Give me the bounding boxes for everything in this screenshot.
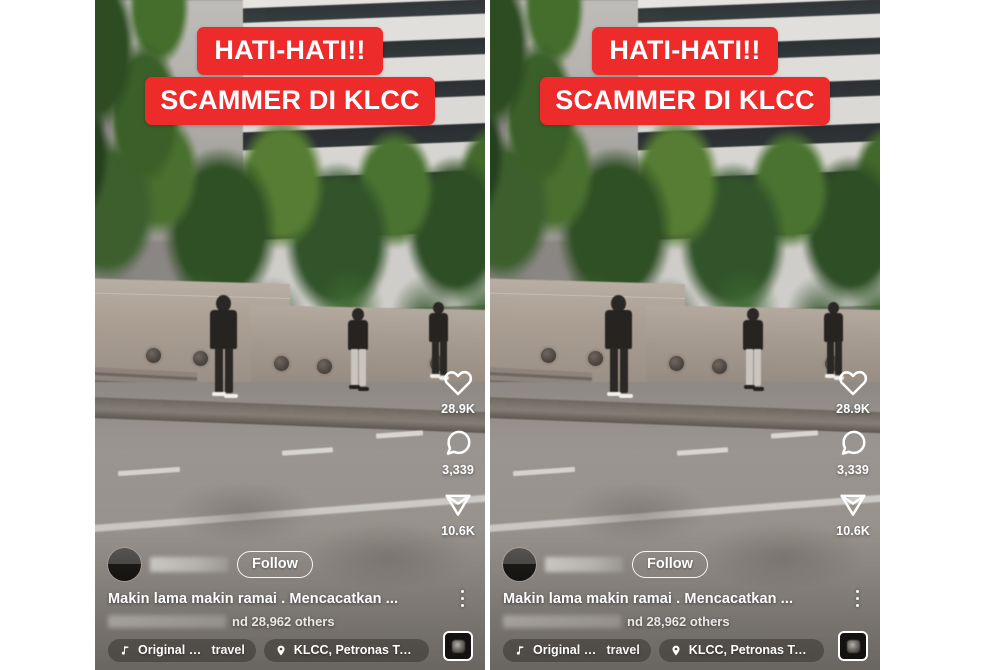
meta-chips: Original audio travel KLCC, Petronas Tow… (95, 639, 485, 662)
right-white-margin (880, 0, 1000, 670)
comment-count: 3,339 (837, 463, 869, 477)
comment-action[interactable]: 3,339 (442, 428, 474, 489)
liker-names-blurred (108, 614, 226, 628)
action-rail: 28.9K 3,339 10.6K (836, 367, 870, 538)
tree-foliage-left (490, 0, 615, 255)
likes-row: nd 28,962 others (95, 613, 485, 629)
comment-icon[interactable] (838, 428, 868, 458)
person-figure (345, 308, 373, 396)
heart-icon[interactable] (838, 367, 868, 397)
location-chip-label: KLCC, Petronas Tower... (293, 643, 418, 657)
like-count: 28.9K (836, 402, 870, 416)
video-thumbnail-image (451, 639, 465, 653)
audio-chip-label: Original audio (138, 643, 204, 657)
music-note-icon (514, 644, 526, 657)
audio-chip[interactable]: Original audio travel (108, 639, 256, 662)
location-chip[interactable]: KLCC, Petronas Tower... (263, 639, 429, 662)
person-figure (599, 294, 639, 405)
follow-button[interactable]: Follow (237, 550, 313, 579)
video-thumbnail-image (846, 639, 860, 653)
share-action[interactable]: 10.6K (441, 489, 475, 538)
share-count: 10.6K (441, 524, 475, 538)
wet-ground-patch (568, 482, 709, 543)
screenshot-root: HATI-HATI!! SCAMMER DI KLCC 28.9K 3,339 … (0, 0, 1000, 670)
share-paper-plane-icon[interactable] (443, 489, 473, 519)
meta-chips: Original audio travel KLCC, Petronas Tow… (490, 639, 880, 662)
kebab-menu-icon[interactable] (460, 589, 464, 607)
audio-chip-sub: travel (606, 643, 640, 657)
like-action[interactable]: 28.9K (836, 367, 870, 428)
liker-names-blurred (503, 614, 621, 628)
video-panel-right[interactable]: HATI-HATI!! SCAMMER DI KLCC 28.9K 3,339 (490, 0, 880, 670)
audio-chip-label: Original audio (533, 643, 599, 657)
wet-ground-patch (173, 482, 314, 543)
kebab-menu-icon[interactable] (855, 589, 859, 607)
comment-count: 3,339 (442, 463, 474, 477)
music-note-icon (119, 644, 131, 657)
share-action[interactable]: 10.6K (836, 489, 870, 538)
location-chip[interactable]: KLCC, Petronas Tower... (658, 639, 824, 662)
likes-others-text[interactable]: nd 28,962 others (627, 614, 730, 629)
video-panel-left[interactable]: HATI-HATI!! SCAMMER DI KLCC 28.9K 3,339 … (95, 0, 485, 670)
bottom-overlay: Follow Makin lama makin ramai . Mencacat… (95, 548, 485, 670)
likes-row: nd 28,962 others (490, 613, 880, 629)
location-pin-icon (670, 644, 682, 657)
share-paper-plane-icon[interactable] (838, 489, 868, 519)
heart-icon[interactable] (443, 367, 473, 397)
audio-chip[interactable]: Original audio travel (503, 639, 651, 662)
username-blurred[interactable] (545, 557, 623, 572)
person-figure (204, 294, 244, 405)
wall-medallion (145, 348, 161, 364)
location-pin-icon (275, 644, 287, 657)
likes-others-text[interactable]: nd 28,962 others (232, 614, 335, 629)
post-caption[interactable]: Makin lama makin ramai . Mencacatkan ... (490, 591, 880, 607)
video-thumbnail-button[interactable] (838, 631, 868, 661)
action-rail: 28.9K 3,339 10.6K (441, 367, 475, 538)
author-row: Follow (95, 548, 485, 581)
audio-chip-sub: travel (211, 643, 245, 657)
share-count: 10.6K (836, 524, 870, 538)
person-figure (740, 308, 768, 396)
follow-button[interactable]: Follow (632, 550, 708, 579)
like-count: 28.9K (441, 402, 475, 416)
wall-medallion (540, 348, 556, 364)
author-row: Follow (490, 548, 880, 581)
tree-foliage-left (95, 0, 220, 255)
comment-action[interactable]: 3,339 (837, 428, 869, 489)
username-blurred[interactable] (150, 557, 228, 572)
video-thumbnail-button[interactable] (443, 631, 473, 661)
left-white-margin (0, 0, 95, 670)
comment-icon[interactable] (443, 428, 473, 458)
avatar[interactable] (108, 548, 141, 581)
location-chip-label: KLCC, Petronas Tower... (688, 643, 813, 657)
bottom-overlay: Follow Makin lama makin ramai . Mencacat… (490, 548, 880, 670)
like-action[interactable]: 28.9K (441, 367, 475, 428)
post-caption[interactable]: Makin lama makin ramai . Mencacatkan ... (95, 591, 485, 607)
avatar[interactable] (503, 548, 536, 581)
